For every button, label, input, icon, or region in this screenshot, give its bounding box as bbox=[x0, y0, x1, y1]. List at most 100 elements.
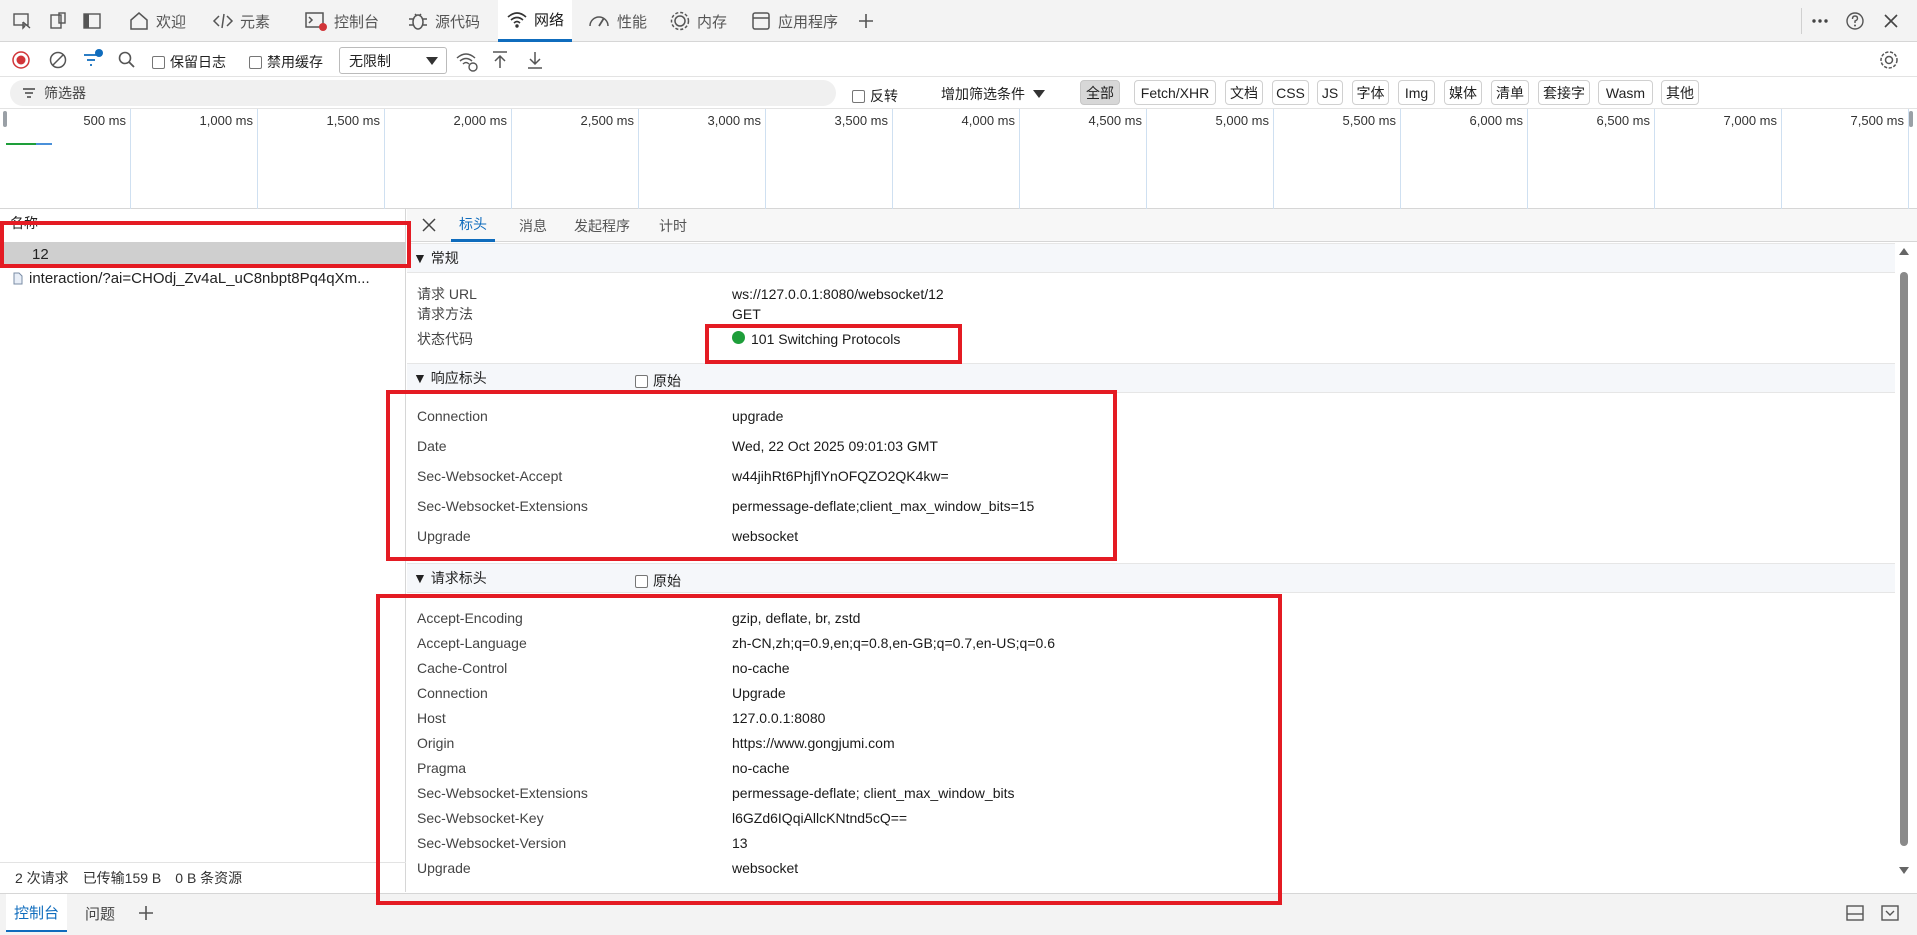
invert-checkbox[interactable]: 反转 bbox=[852, 86, 898, 106]
request-headers-section-header[interactable]: ▼ 请求标头 原始 bbox=[407, 563, 1895, 593]
search-icon[interactable] bbox=[117, 43, 137, 77]
request-row[interactable]: interaction/?ai=CHOdj_Zv4aL_uC8nbpt8Pq4q… bbox=[0, 266, 406, 290]
filter-type-js[interactable]: JS bbox=[1317, 80, 1343, 105]
tab-sources[interactable]: 源代码 bbox=[399, 0, 488, 42]
add-drawer-tab-icon[interactable] bbox=[137, 904, 155, 922]
timeline-tick-label: 1,500 ms bbox=[326, 113, 380, 128]
header-key: Accept-Encoding bbox=[417, 610, 523, 626]
filter-type-label: Img bbox=[1404, 84, 1429, 101]
header-key: Date bbox=[417, 438, 447, 454]
device-emulation-icon[interactable] bbox=[48, 11, 68, 31]
network-conditions-icon[interactable] bbox=[455, 50, 479, 72]
filter-type-all[interactable]: 全部 bbox=[1080, 80, 1120, 105]
header-value: upgrade bbox=[732, 408, 784, 424]
network-toolbar: 保留日志 禁用缓存 无限制 bbox=[0, 43, 1917, 77]
header-key: 请求 URL bbox=[417, 286, 477, 302]
header-key: Sec-Websocket-Key bbox=[417, 810, 544, 826]
divider bbox=[1801, 8, 1802, 34]
tab-elements-label: 元素 bbox=[240, 13, 271, 31]
drawer-bar: 控制台 问题 bbox=[0, 893, 1917, 935]
invert-label: 反转 bbox=[870, 88, 898, 104]
scrollbar-thumb[interactable] bbox=[1900, 272, 1908, 846]
header-row: 状态代码 101 Switching Protocols bbox=[417, 328, 900, 350]
add-tab-icon[interactable] bbox=[856, 11, 876, 31]
filter-type-other[interactable]: 其他 bbox=[1661, 80, 1699, 105]
timeline-handle-left[interactable] bbox=[3, 111, 7, 127]
tab-initiator[interactable]: 发起程序 bbox=[574, 209, 630, 242]
response-headers-section-header[interactable]: ▼ 响应标头 原始 bbox=[407, 363, 1895, 393]
timeline-handle-right[interactable] bbox=[1909, 111, 1913, 127]
name-column-header[interactable]: 名称 bbox=[0, 213, 406, 235]
header-key: Host bbox=[417, 710, 446, 726]
disable-cache-checkbox[interactable]: 禁用缓存 bbox=[249, 52, 323, 72]
timeline-tick-label: 4,500 ms bbox=[1088, 113, 1142, 128]
gear-icon[interactable] bbox=[1878, 49, 1900, 71]
close-devtools-icon[interactable] bbox=[1881, 11, 1901, 31]
header-row: Pragma no-cache bbox=[417, 757, 790, 779]
timeline-tick-label: 6,000 ms bbox=[1469, 113, 1523, 128]
filter-type-fetch-xhr[interactable]: Fetch/XHR bbox=[1134, 80, 1216, 105]
throttle-select[interactable]: 无限制 bbox=[339, 47, 447, 74]
filter-toggle-icon[interactable] bbox=[82, 43, 104, 77]
tab-headers[interactable]: 标头 bbox=[451, 209, 495, 242]
header-key: Sec-Websocket-Extensions bbox=[417, 785, 588, 801]
timeline-gridline bbox=[1654, 109, 1655, 209]
filter-type-font[interactable]: 字体 bbox=[1352, 80, 1389, 105]
tab-timing[interactable]: 计时 bbox=[659, 209, 687, 242]
tab-performance[interactable]: 性能 bbox=[579, 0, 655, 42]
filter-type-socket[interactable]: 套接字 bbox=[1538, 80, 1590, 105]
timeline-overview[interactable]: 500 ms 1,000 ms 1,500 ms 2,000 ms 2,500 ms 3,… bbox=[0, 109, 1917, 209]
drawer-tab-console[interactable]: 控制台 bbox=[6, 894, 68, 932]
request-name: 12 bbox=[32, 245, 49, 263]
clear-icon[interactable] bbox=[48, 43, 68, 77]
timeline-tick-label: 7,500 ms bbox=[1850, 113, 1904, 128]
tab-memory[interactable]: 内存 bbox=[661, 0, 735, 42]
filter-type-media[interactable]: 媒体 bbox=[1444, 80, 1482, 105]
more-filters-dropdown[interactable]: 增加筛选条件 bbox=[941, 84, 1045, 104]
tab-initiator-label: 发起程序 bbox=[574, 217, 630, 234]
request-count: 2 次请求 bbox=[15, 869, 69, 886]
tab-messages[interactable]: 消息 bbox=[519, 209, 547, 242]
request-row[interactable]: 12 bbox=[0, 242, 406, 266]
timeline-tick-label: 2,500 ms bbox=[580, 113, 634, 128]
raw-toggle[interactable]: 原始 bbox=[635, 371, 681, 391]
timeline-gridline bbox=[511, 109, 512, 209]
dock-drawer-icon[interactable] bbox=[1845, 904, 1865, 922]
header-row: Accept-Encoding gzip, deflate, br, zstd bbox=[417, 607, 860, 629]
import-har-icon[interactable] bbox=[491, 50, 509, 70]
header-value: Upgrade bbox=[732, 685, 786, 701]
document-icon bbox=[13, 272, 23, 284]
tab-performance-label: 性能 bbox=[617, 13, 648, 31]
transferred-size: 已传输159 B bbox=[82, 869, 162, 886]
inspect-element-icon[interactable] bbox=[12, 11, 32, 31]
dock-sidebar-icon[interactable] bbox=[82, 11, 102, 31]
section-title: 请求标头 bbox=[430, 570, 487, 586]
filter-type-css[interactable]: CSS bbox=[1272, 80, 1309, 105]
drawer-tab-issues[interactable]: 问题 bbox=[77, 894, 123, 932]
general-section-header[interactable]: ▼ 常规 bbox=[407, 243, 1895, 273]
tab-application[interactable]: 应用程序 bbox=[742, 0, 846, 42]
scroll-up-icon[interactable] bbox=[1898, 246, 1910, 256]
scrollbar[interactable] bbox=[1898, 246, 1910, 876]
filter-type-doc[interactable]: 文档 bbox=[1225, 80, 1263, 105]
help-icon[interactable] bbox=[1845, 11, 1865, 31]
close-icon[interactable] bbox=[421, 217, 437, 233]
tab-elements[interactable]: 元素 bbox=[204, 0, 278, 42]
preserve-log-checkbox[interactable]: 保留日志 bbox=[152, 52, 226, 72]
filter-type-img[interactable]: Img bbox=[1398, 80, 1435, 105]
tab-memory-label: 内存 bbox=[697, 13, 728, 31]
export-har-icon[interactable] bbox=[526, 50, 544, 70]
scroll-down-icon[interactable] bbox=[1898, 866, 1910, 876]
tab-welcome[interactable]: 欢迎 bbox=[120, 0, 194, 42]
filter-input[interactable]: 筛选器 bbox=[10, 80, 836, 106]
timeline-gridline bbox=[638, 109, 639, 209]
filter-type-wasm[interactable]: Wasm bbox=[1598, 80, 1653, 105]
close-drawer-icon[interactable] bbox=[1880, 904, 1900, 922]
record-icon[interactable] bbox=[12, 51, 30, 69]
more-options-icon[interactable] bbox=[1810, 11, 1830, 31]
status-ok-icon bbox=[732, 331, 745, 344]
tab-console[interactable]: 控制台 bbox=[296, 0, 387, 42]
filter-type-manifest[interactable]: 清单 bbox=[1491, 80, 1529, 105]
raw-toggle[interactable]: 原始 bbox=[635, 571, 681, 591]
tab-network[interactable]: 网络 bbox=[498, 0, 573, 42]
